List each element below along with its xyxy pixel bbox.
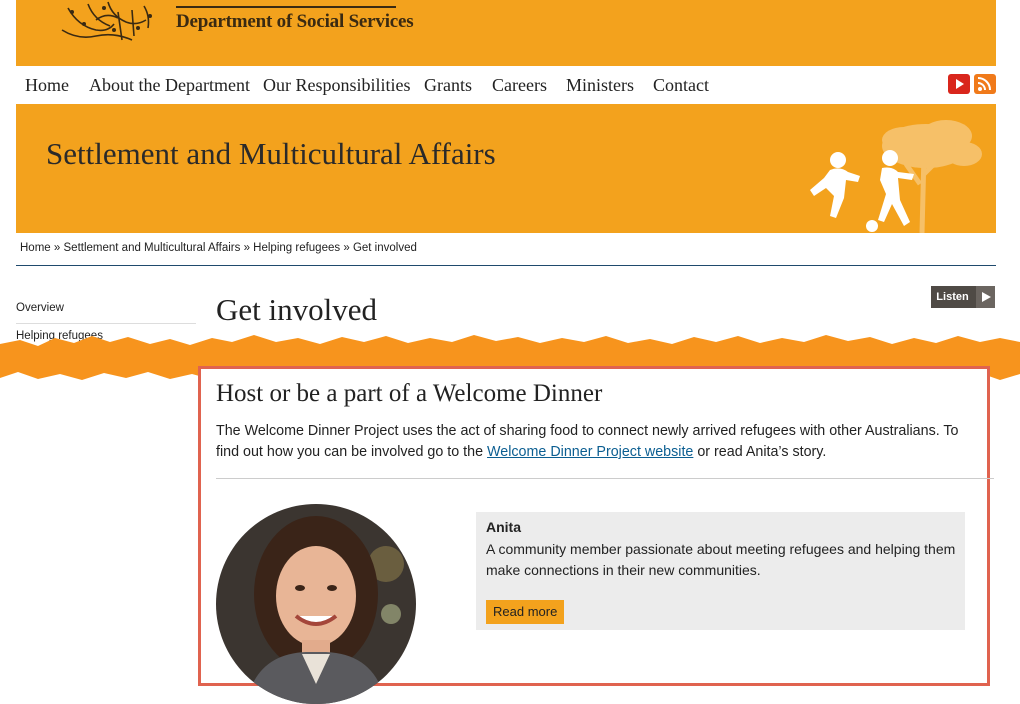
listen-label: Listen: [936, 291, 969, 303]
breadcrumb: Home » Settlement and Multicultural Affa…: [20, 242, 417, 254]
nav-item-ministers[interactable]: Ministers: [566, 75, 634, 96]
coat-of-arms-logo: [61, 1, 152, 41]
story-name: Anita: [486, 519, 521, 535]
breadcrumb-current: Get involved: [352, 242, 417, 254]
breadcrumb-home[interactable]: Home: [20, 242, 51, 254]
sidebar-item-overview[interactable]: Overview: [16, 302, 64, 314]
section-title: Host or be a part of a Welcome Dinner: [216, 380, 603, 407]
sidebar-divider: [16, 323, 196, 324]
banner-title: Settlement and Multicultural Affairs: [46, 136, 496, 171]
department-name: Department of Social Services: [176, 11, 414, 32]
breadcrumb-settlement[interactable]: Settlement and Multicultural Affairs: [64, 242, 241, 254]
youtube-icon[interactable]: [948, 74, 970, 94]
nav-item-grants[interactable]: Grants: [424, 75, 472, 96]
section-intro: The Welcome Dinner Project uses the act …: [216, 421, 981, 463]
nav-item-contact[interactable]: Contact: [653, 75, 709, 96]
breadcrumb-divider: [16, 265, 996, 266]
listen-button[interactable]: Listen: [931, 286, 995, 308]
nav-item-about[interactable]: About the Department: [89, 75, 250, 96]
breadcrumb-separator: »: [243, 242, 250, 254]
page-title: Get involved: [216, 292, 377, 327]
breadcrumb-separator: »: [343, 242, 350, 254]
breadcrumb-separator: »: [53, 242, 61, 254]
story-card: Anita A community member passionate abou…: [476, 512, 965, 630]
nav-item-home[interactable]: Home: [25, 75, 69, 96]
welcome-dinner-link[interactable]: Welcome Dinner Project website: [487, 444, 693, 460]
intro-text-end: or read Anita’s story.: [693, 444, 827, 460]
breadcrumb-helping-refugees[interactable]: Helping refugees: [253, 242, 340, 254]
main-nav: Home About the Department Our Responsibi…: [16, 66, 996, 104]
department-rule: [176, 6, 396, 8]
story-description: A community member passionate about meet…: [486, 541, 956, 578]
content-divider: [216, 478, 994, 479]
read-more-button[interactable]: Read more: [486, 600, 565, 624]
soccer-players-illustration: [810, 120, 982, 233]
header-band: Department of Social Services: [16, 0, 996, 66]
rss-icon[interactable]: [974, 74, 996, 94]
play-icon: [976, 286, 995, 308]
nav-item-careers[interactable]: Careers: [492, 75, 547, 96]
section-banner: Settlement and Multicultural Affairs: [16, 104, 996, 233]
nav-item-responsibilities[interactable]: Our Responsibilities: [263, 75, 411, 96]
anita-avatar: [216, 504, 416, 704]
